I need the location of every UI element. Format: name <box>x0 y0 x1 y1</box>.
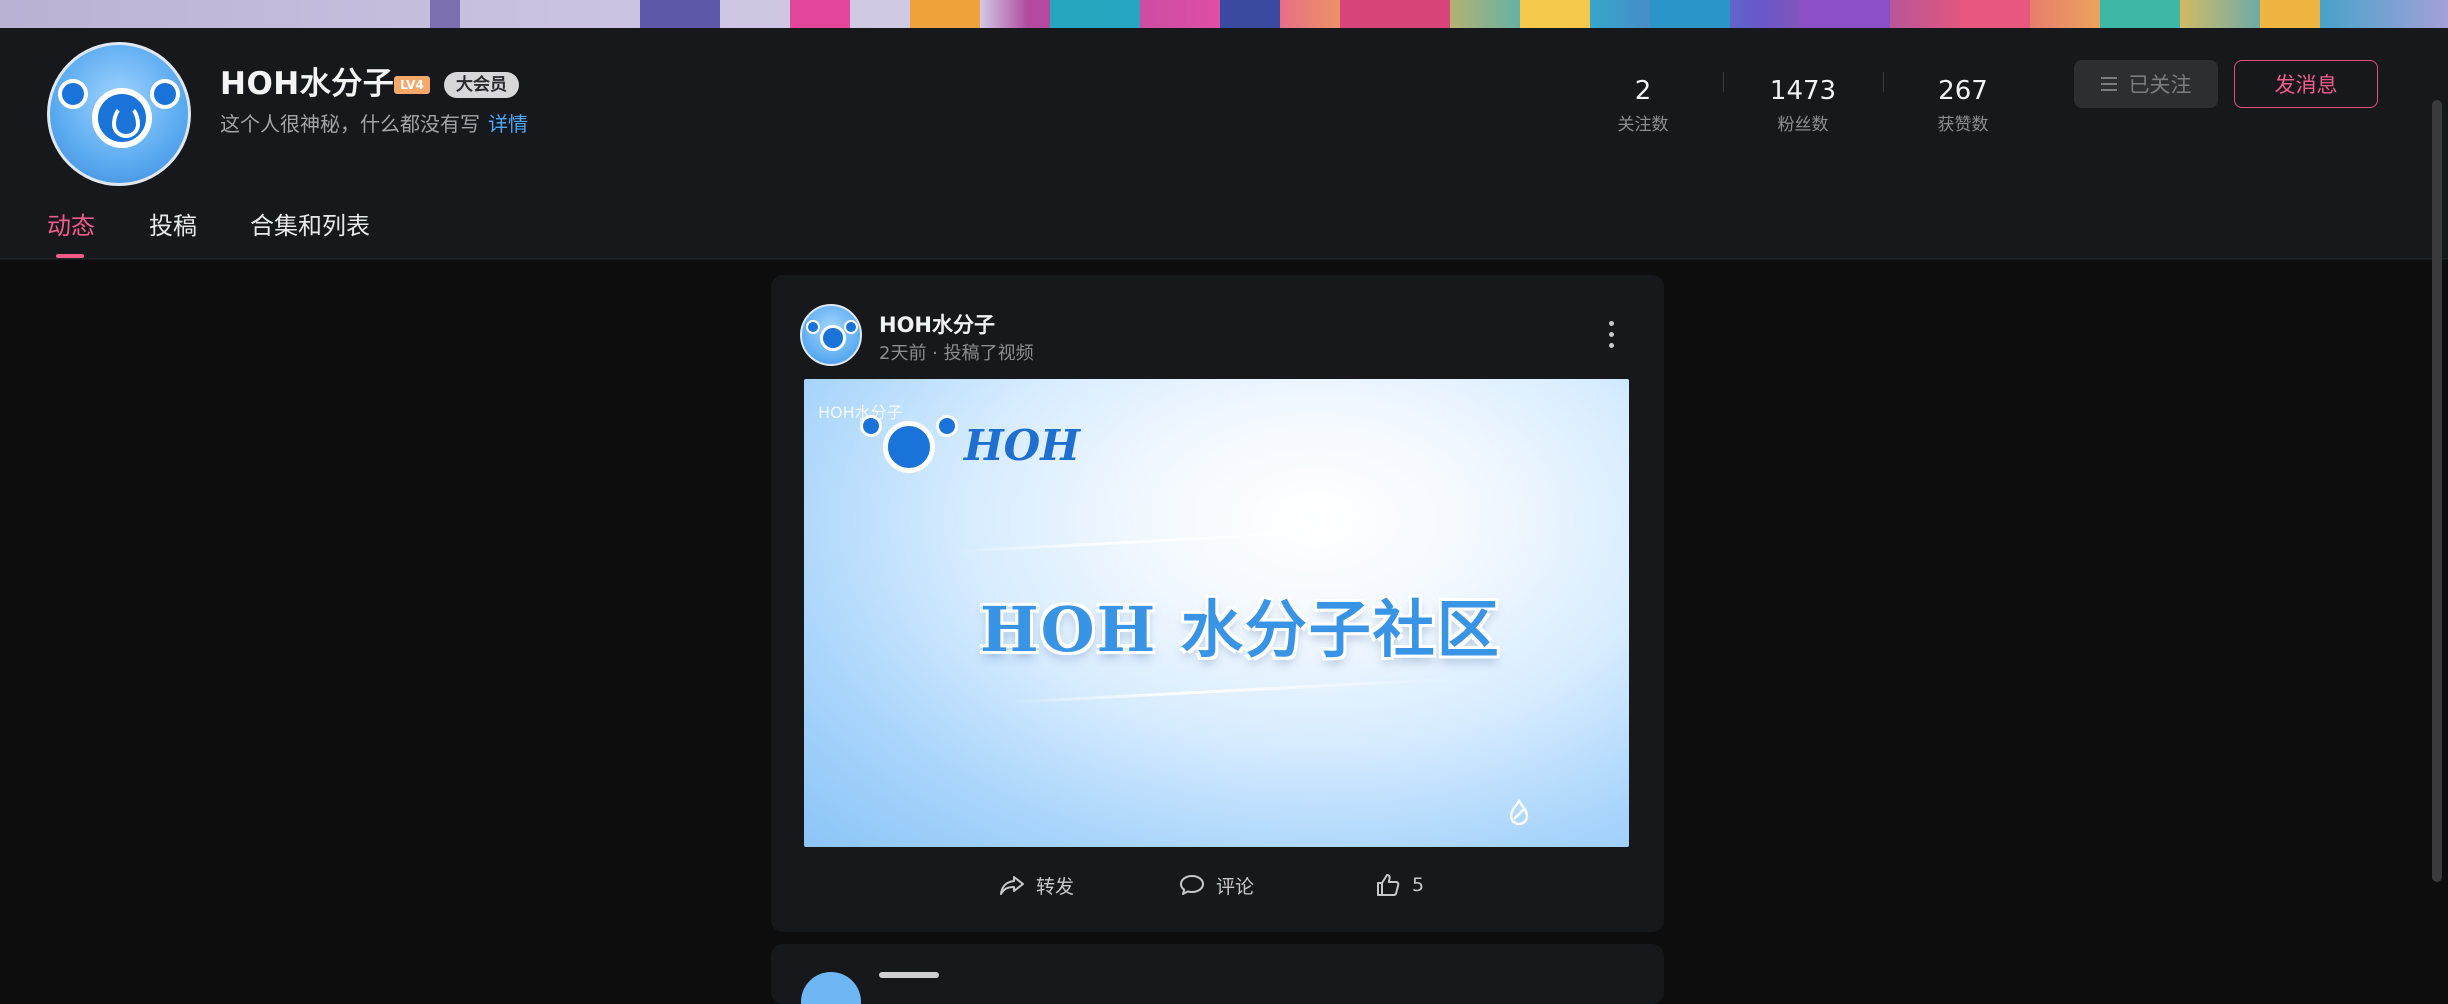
share-icon <box>1000 876 1024 895</box>
stat-following-label: 关注数 <box>1617 115 1669 135</box>
header-divider <box>0 258 2448 259</box>
video-title: HOH 水分子社区 <box>980 593 1501 666</box>
stat-divider <box>1883 72 1884 92</box>
more-options-icon[interactable] <box>1601 317 1621 353</box>
bio-more-link[interactable]: 详情 <box>488 112 528 136</box>
user-bio: 这个人很神秘，什么都没有写 详情 <box>220 108 528 137</box>
logo-icon <box>883 421 935 473</box>
comment-label: 评论 <box>1216 875 1255 898</box>
thumbs-up-icon <box>1377 874 1400 896</box>
decor-streak <box>954 528 1374 553</box>
tab-dynamic[interactable]: 动态 <box>47 206 95 241</box>
post-author-name[interactable] <box>879 972 939 978</box>
feed-post-card: HOH水分子 2天前 · 投稿了视频 HOH水分子 HOH HOH 水分子社区 … <box>771 275 1664 932</box>
like-button[interactable]: 5 <box>1374 871 1424 899</box>
decor-streak <box>1004 676 1464 705</box>
stat-following-value: 2 <box>1634 76 1652 106</box>
follow-button[interactable]: 已关注 <box>2074 60 2218 108</box>
video-watermark: HOH水分子 <box>818 403 903 422</box>
video-logo-text: HOH <box>964 421 1080 470</box>
bio-text: 这个人很神秘，什么都没有写 <box>220 112 480 136</box>
post-author-name[interactable]: HOH水分子 <box>879 309 995 339</box>
post-meta: 2天前 · 投稿了视频 <box>879 343 1034 364</box>
menu-icon <box>2100 77 2117 91</box>
stat-likes-value: 267 <box>1938 76 1988 106</box>
share-button[interactable]: 转发 <box>998 871 1074 899</box>
share-label: 转发 <box>1036 875 1075 898</box>
follow-button-label: 已关注 <box>2128 73 2192 97</box>
post-author-avatar[interactable] <box>800 304 862 366</box>
stat-likes-label: 获赞数 <box>1937 115 1989 135</box>
video-thumbnail[interactable]: HOH水分子 HOH HOH 水分子社区 <box>804 379 1629 847</box>
stat-followers[interactable]: 1473 粉丝数 <box>1748 76 1858 135</box>
stat-following[interactable]: 2 关注数 <box>1588 76 1698 135</box>
like-count: 5 <box>1412 874 1425 896</box>
stat-followers-value: 1473 <box>1769 76 1837 106</box>
post-actions: 转发 评论 5 <box>771 865 1664 905</box>
tab-collections[interactable]: 合集和列表 <box>250 206 370 241</box>
level-badge: LV4 <box>394 76 430 94</box>
vip-badge[interactable]: 大会员 <box>444 72 519 98</box>
logo-dot <box>936 415 958 437</box>
tab-uploads[interactable]: 投稿 <box>149 206 197 241</box>
stat-divider <box>1723 72 1724 92</box>
logo-dot <box>860 415 882 437</box>
stat-likes: 267 获赞数 <box>1908 76 2018 135</box>
stat-followers-label: 粉丝数 <box>1777 115 1829 135</box>
page-scrollbar[interactable] <box>2432 100 2442 882</box>
profile-banner <box>0 0 2448 28</box>
post-author-avatar[interactable] <box>801 972 861 1004</box>
comment-icon <box>1180 875 1204 895</box>
comment-button[interactable]: 评论 <box>1178 871 1254 899</box>
avatar[interactable] <box>47 42 191 186</box>
water-drop-icon <box>1509 799 1529 825</box>
feed-post-card-next <box>771 944 1664 1004</box>
message-button[interactable]: 发消息 <box>2234 60 2378 108</box>
username: HOH水分子 <box>220 66 395 102</box>
